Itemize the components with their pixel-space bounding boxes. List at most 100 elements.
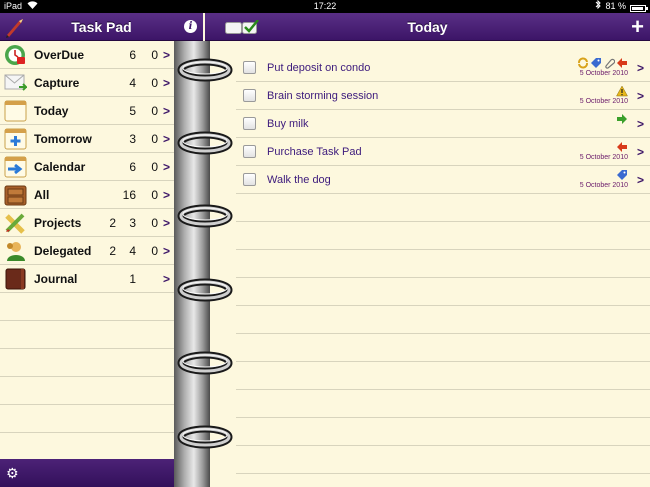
ruled-line <box>236 109 650 110</box>
sidebar-item-label: Capture <box>34 76 80 90</box>
sidebar-item-label: OverDue <box>34 48 85 62</box>
binder-ring <box>177 277 233 303</box>
ruled-line <box>236 473 650 474</box>
sidebar-item-tomorrow[interactable]: Tomorrow 3 0 > <box>0 125 174 153</box>
sidebar-item-count-new: 0 <box>151 160 158 174</box>
task-checkbox[interactable] <box>243 61 256 74</box>
ruled-line <box>0 96 174 97</box>
task-due-date: 5 October 2010 <box>579 98 628 105</box>
repeat-icon <box>577 57 589 70</box>
binder-ring <box>177 424 233 450</box>
sidebar-item-calendar[interactable]: Calendar 6 0 > <box>0 153 174 181</box>
sidebar-item-count-new: 0 <box>151 104 158 118</box>
arrow-left-red-icon <box>616 141 628 154</box>
ruled-line <box>0 376 174 377</box>
sidebar-item-count-new: 0 <box>151 216 158 230</box>
settings-gear-icon[interactable]: ⚙ <box>6 465 19 482</box>
task-title: Purchase Task Pad <box>267 146 362 158</box>
task-row[interactable]: Walk the dog 5 October 2010 > <box>210 166 650 194</box>
task-row[interactable]: Buy milk > <box>210 110 650 138</box>
sidebar-item-count-tasks: 3 <box>129 216 136 230</box>
ruled-line <box>236 277 650 278</box>
paperclip-icon <box>603 57 615 70</box>
sidebar-item-all[interactable]: All 16 0 > <box>0 181 174 209</box>
chevron-right-icon[interactable]: > <box>637 82 644 110</box>
chevron-right-icon: > <box>162 48 170 62</box>
ruled-line <box>0 152 174 153</box>
sidebar-item-projects[interactable]: Projects 2 3 0 > <box>0 209 174 237</box>
task-checkbox[interactable] <box>243 89 256 102</box>
sidebar-item-label: Calendar <box>34 160 86 174</box>
task-title: Put deposit on condo <box>267 62 371 74</box>
chevron-right-icon: > <box>162 104 170 118</box>
sidebar-item-count-tasks: 6 <box>129 48 136 62</box>
ruled-line <box>236 333 650 334</box>
battery-percent: 81 % <box>605 1 626 11</box>
sidebar-item-capture[interactable]: Capture 4 0 > <box>0 69 174 97</box>
chevron-right-icon[interactable]: > <box>637 166 644 194</box>
binder-ring <box>177 130 233 156</box>
sidebar-item-overdue[interactable]: OverDue 6 0 > <box>0 41 174 69</box>
chevron-right-icon[interactable]: > <box>637 138 644 166</box>
sidebar-title: Task Pad <box>71 19 132 35</box>
task-row[interactable]: Brain storming session 5 October 2010 > <box>210 82 650 110</box>
sidebar-item-label: Projects <box>34 216 82 230</box>
ruled-line <box>236 165 650 166</box>
ruled-line <box>236 445 650 446</box>
task-checkbox[interactable] <box>243 173 256 186</box>
ruled-line <box>236 193 650 194</box>
ruled-line <box>236 417 650 418</box>
ruled-line <box>0 292 174 293</box>
sidebar-item-today[interactable]: Today 5 0 > <box>0 97 174 125</box>
task-list: Put deposit on condo 5 October 2010 > Brain… <box>210 41 650 487</box>
sidebar-item-count-new: 0 <box>151 244 158 258</box>
ruled-line <box>0 208 174 209</box>
ruled-line <box>0 180 174 181</box>
task-status-icons <box>616 85 628 98</box>
sidebar-item-count-tasks: 5 <box>129 104 136 118</box>
task-title: Buy milk <box>267 118 309 130</box>
chevron-right-icon[interactable]: > <box>637 110 644 138</box>
arrow-right-green-icon <box>616 113 628 126</box>
sidebar-item-count-projects: 2 <box>109 244 116 258</box>
task-title: Walk the dog <box>267 174 331 186</box>
task-row[interactable]: Purchase Task Pad 5 October 2010 > <box>210 138 650 166</box>
sidebar-item-delegated[interactable]: Delegated 2 4 0 > <box>0 237 174 265</box>
ruled-line <box>236 221 650 222</box>
sidebar-header: Task Pad i <box>0 13 203 41</box>
ruled-line <box>236 249 650 250</box>
sidebar-item-count-new: 0 <box>151 188 158 202</box>
task-row[interactable]: Put deposit on condo 5 October 2010 > <box>210 54 650 82</box>
ruled-line <box>0 68 174 69</box>
page-title: Today <box>407 19 448 35</box>
task-status-icons <box>577 57 628 70</box>
sidebar-item-count-tasks: 16 <box>122 188 136 202</box>
sidebar-item-count-tasks: 4 <box>129 244 136 258</box>
notebook-binding <box>174 41 210 487</box>
binder-ring <box>177 203 233 229</box>
ruled-line <box>0 124 174 125</box>
sidebar-item-count-new: 0 <box>151 48 158 62</box>
chevron-right-icon: > <box>162 76 170 90</box>
chevron-right-icon[interactable]: > <box>637 54 644 82</box>
task-status-icons <box>616 113 628 126</box>
sidebar-item-journal[interactable]: Journal 1 > <box>0 265 174 293</box>
sidebar-item-count-new: 0 <box>151 132 158 146</box>
status-bar: iPad 17:22 81 % <box>0 0 650 13</box>
info-icon[interactable]: i <box>184 20 197 33</box>
add-task-button[interactable]: + <box>631 16 644 38</box>
task-checkbox[interactable] <box>243 117 256 130</box>
sidebar-item-count-projects: 2 <box>109 216 116 230</box>
ruled-line <box>236 137 650 138</box>
sidebar-item-label: Delegated <box>34 244 92 258</box>
warning-icon <box>616 85 628 98</box>
task-title: Brain storming session <box>267 90 379 102</box>
sidebar-item-count-new: 0 <box>151 76 158 90</box>
chevron-right-icon: > <box>162 216 170 230</box>
ruled-line <box>0 320 174 321</box>
ruled-line <box>0 236 174 237</box>
tag-icon <box>590 57 602 70</box>
ruled-line <box>0 404 174 405</box>
task-status-icons <box>616 141 628 154</box>
task-checkbox[interactable] <box>243 145 256 158</box>
